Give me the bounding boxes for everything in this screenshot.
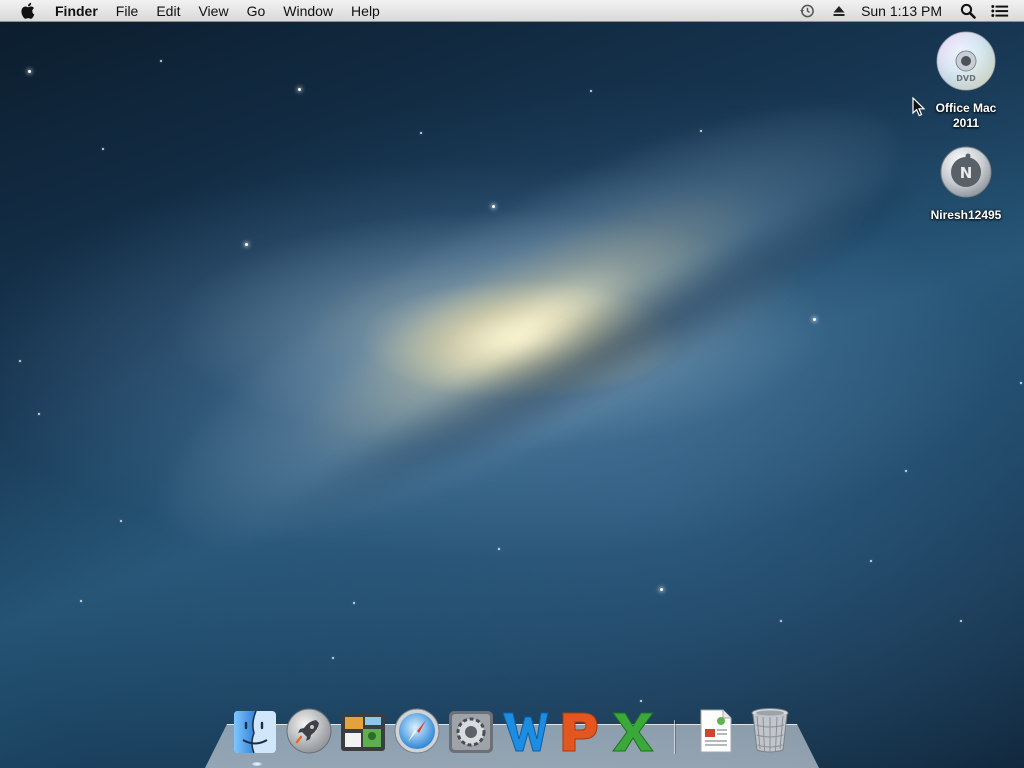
wallpaper-star [700,130,702,132]
notification-center-icon[interactable] [991,2,1009,20]
dock-item-powerpoint[interactable] [554,706,604,760]
eject-icon[interactable] [830,2,848,20]
menu-file[interactable]: File [107,0,148,22]
powerpoint-icon [557,707,601,760]
dock-item-launchpad[interactable] [284,706,334,760]
wallpaper-star [498,548,500,550]
wallpaper-star [870,560,872,562]
excel-icon [610,707,656,760]
safari-icon [393,707,441,760]
trash-icon [749,705,791,760]
menu-help[interactable]: Help [342,0,389,22]
dvd-disc-icon: DVD [935,30,997,97]
menu-bar-clock[interactable]: Sun 1:13 PM [855,3,952,19]
menu-bar: Finder File Edit View Go Window Help Sun… [0,0,1024,22]
wallpaper-star [38,413,40,415]
wallpaper-star [780,620,782,622]
hard-drive-icon: N [939,145,993,204]
wallpaper-star [660,588,663,591]
menu-window[interactable]: Window [274,0,342,22]
apple-menu-icon[interactable] [18,2,36,20]
wallpaper-star [120,520,122,522]
menu-view[interactable]: View [189,0,237,22]
desktop-icon-label: Niresh12495 [930,208,1002,222]
photo-browser-icon [339,709,387,760]
time-machine-icon[interactable] [798,2,816,20]
desktop[interactable]: Finder File Edit View Go Window Help Sun… [0,0,1024,768]
menu-edit[interactable]: Edit [147,0,189,22]
wallpaper-star [102,148,104,150]
dock-item-document[interactable] [691,706,741,760]
svg-text:N: N [960,164,973,182]
menu-finder[interactable]: Finder [46,0,107,22]
wallpaper-star [245,243,248,246]
dock-separator [674,720,675,754]
launchpad-icon [285,707,333,760]
wallpaper-star [1020,382,1022,384]
wallpaper-star [420,132,422,134]
dock-item-photo-browser[interactable] [338,706,388,760]
wallpaper-star [813,318,816,321]
wallpaper-star [160,60,162,62]
dock-item-system-preferences[interactable] [446,706,496,760]
word-icon [501,707,549,760]
menu-go[interactable]: Go [238,0,275,22]
svg-text:DVD: DVD [956,74,976,83]
desktop-icon-hard-drive[interactable]: N Niresh12495 [921,145,1011,223]
desktop-icon-label: Office Mac 2011 [935,101,997,130]
wallpaper-star [492,205,495,208]
wallpaper-star [590,90,592,92]
dock-item-word[interactable] [500,706,550,760]
wallpaper-galaxy [114,30,946,620]
spotlight-search-icon[interactable] [959,2,977,20]
finder-icon [232,709,278,760]
dock-item-trash[interactable] [745,706,795,760]
wallpaper-star [28,70,31,73]
dock-item-finder[interactable] [230,706,280,760]
wallpaper-star [19,360,21,362]
dock [228,700,797,760]
wallpaper-star [332,657,334,659]
dock-item-safari[interactable] [392,706,442,760]
wallpaper-star [905,470,907,472]
dock-item-excel[interactable] [608,706,658,760]
finder-running-indicator [252,762,262,766]
system-preferences-icon [447,709,495,760]
wallpaper-star [353,602,355,604]
document-icon [696,707,736,760]
mouse-cursor-icon [912,96,926,122]
wallpaper-star [298,88,301,91]
wallpaper-star [960,620,962,622]
wallpaper-star [80,600,82,602]
desktop-icon-office-dvd[interactable]: DVD Office Mac 2011 [921,30,1011,131]
